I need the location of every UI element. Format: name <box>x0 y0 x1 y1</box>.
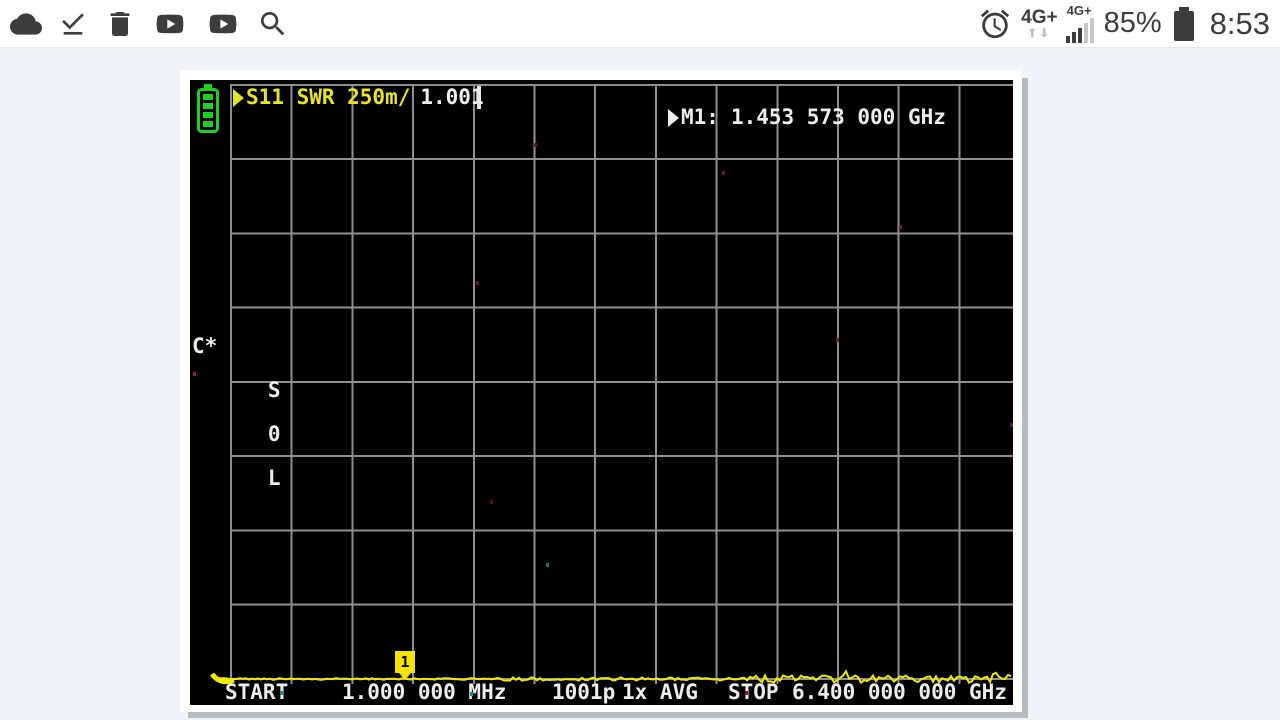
sweep-points: 1001p <box>552 680 616 704</box>
stop-value: 6.400 000 000 GHz <box>792 680 1007 704</box>
cal-line: S <box>267 378 281 402</box>
search-icon[interactable] <box>257 8 289 40</box>
check-underline-icon[interactable] <box>57 8 89 40</box>
vna-screen: S11 SWR 250m/ 1.001 M1: 1.453 573 000 GH… <box>190 80 1013 705</box>
text-cursor <box>477 86 481 109</box>
trace-status-row: S11 SWR 250m/ 1.001 <box>233 87 484 108</box>
sim1-indicator: 4G+ <box>1021 7 1058 39</box>
trace-select-arrow-icon <box>233 88 244 107</box>
data-activity-arrows-icon <box>1028 27 1049 38</box>
youtube-icon[interactable] <box>204 8 242 40</box>
cal-line: 0 <box>267 422 281 446</box>
status-bar-right: 4G+ 4G+ 85% 8:53 <box>978 4 1270 43</box>
signal-bars-icon <box>1065 18 1094 43</box>
cal-line: C* <box>192 334 218 358</box>
marker-value: 1.453 573 000 GHz <box>730 105 946 129</box>
grid-vertical-lines <box>230 84 962 684</box>
start-label: START <box>225 680 289 704</box>
trash-icon[interactable] <box>104 8 136 40</box>
status-bar-left-icons <box>10 8 289 40</box>
sim1-network-label: 4G+ <box>1021 7 1058 28</box>
sim2-indicator: 4G+ <box>1065 4 1095 43</box>
marker-name: M1: <box>681 105 719 129</box>
sim2-network-label: 4G+ <box>1066 3 1092 18</box>
cloud-icon[interactable] <box>10 8 42 40</box>
device-battery-icon <box>197 84 219 133</box>
alarm-clock-icon <box>980 9 1010 38</box>
marker-arrow-icon <box>668 108 679 127</box>
start-value: 1.000 000 MHz <box>342 680 507 704</box>
youtube-icon[interactable] <box>151 8 189 40</box>
calibration-status: C* S 0 L <box>192 335 281 511</box>
status-bar: 4G+ 4G+ 85% 8:53 <box>0 0 1280 48</box>
stop-label: STOP <box>728 680 779 704</box>
battery-percent-label: 85% <box>1103 7 1162 39</box>
status-battery-icon <box>1173 6 1194 41</box>
vna-screenshot-photo[interactable]: S11 SWR 250m/ 1.001 M1: 1.453 573 000 GH… <box>180 70 1022 712</box>
marker-readout-row: M1: 1.453 573 000 GHz <box>668 107 946 128</box>
trace-value: 1.001 <box>420 85 484 109</box>
trace-label: S11 SWR 250m/ <box>246 85 411 109</box>
cal-line: L <box>267 466 281 490</box>
marker-flag[interactable]: 1 <box>395 651 415 680</box>
clock-label: 8:53 <box>1209 5 1270 41</box>
averaging-label: 1x AVG <box>622 680 698 704</box>
